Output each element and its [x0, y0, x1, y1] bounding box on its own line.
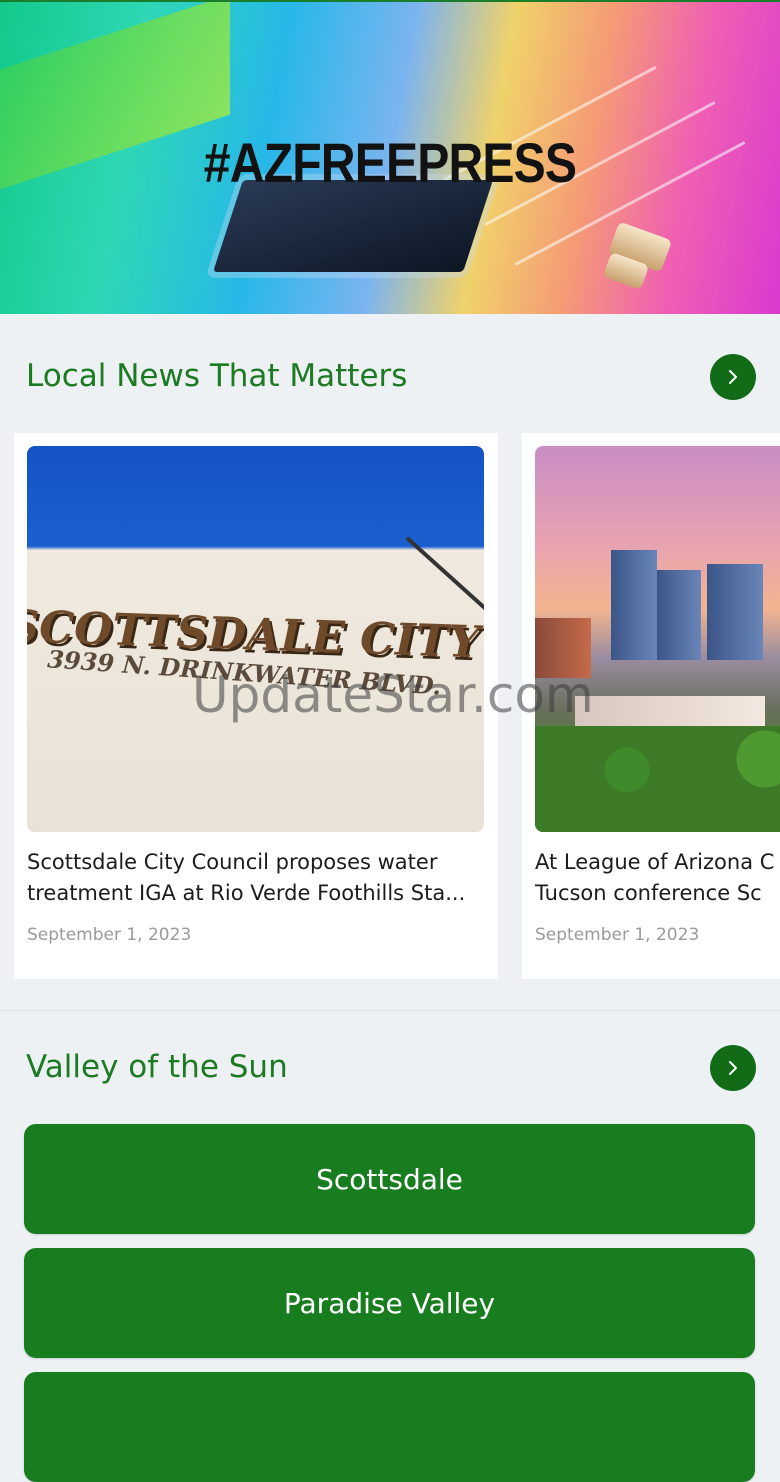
article-date: September 1, 2023	[27, 925, 192, 945]
article-headline[interactable]: Scottsdale City Council proposes water t…	[27, 847, 487, 909]
section-divider	[0, 1010, 780, 1011]
headline-line-2: Tucson conference Sc	[535, 881, 762, 905]
chevron-right-icon	[729, 370, 737, 384]
trees-graphic	[535, 726, 780, 832]
headline-line-2: treatment IGA at Rio Verde Foothills Sta…	[27, 881, 466, 905]
city-button-next[interactable]	[24, 1372, 755, 1482]
city-button-paradise-valley[interactable]: Paradise Valley	[24, 1248, 755, 1358]
building-graphic	[611, 550, 657, 660]
article-date: September 1, 2023	[535, 925, 700, 945]
pole-graphic	[405, 536, 484, 614]
headline-line-1: At League of Arizona C	[535, 850, 775, 874]
hero-banner: #AZFREEPRESS	[0, 0, 780, 314]
section-title-valley: Valley of the Sun	[26, 1049, 288, 1085]
article-headline[interactable]: At League of Arizona C Tucson conference…	[535, 847, 780, 909]
local-news-more-button[interactable]	[710, 354, 756, 400]
article-thumbnail: SCOTTSDALE CITY HALL 3939 N. DRINKWATER …	[27, 446, 484, 832]
valley-more-button[interactable]	[710, 1045, 756, 1091]
chevron-right-icon	[729, 1061, 737, 1075]
section-title-local-news: Local News That Matters	[26, 358, 408, 394]
city-button-scottsdale[interactable]: Scottsdale	[24, 1124, 755, 1234]
hero-title: #AZFREEPRESS	[203, 131, 577, 194]
headline-line-1: Scottsdale City Council proposes water	[27, 850, 438, 874]
building-graphic	[657, 570, 701, 660]
building-graphic	[707, 564, 763, 660]
watermark: UpdateStar.com	[192, 666, 594, 724]
article-thumbnail	[535, 446, 780, 832]
